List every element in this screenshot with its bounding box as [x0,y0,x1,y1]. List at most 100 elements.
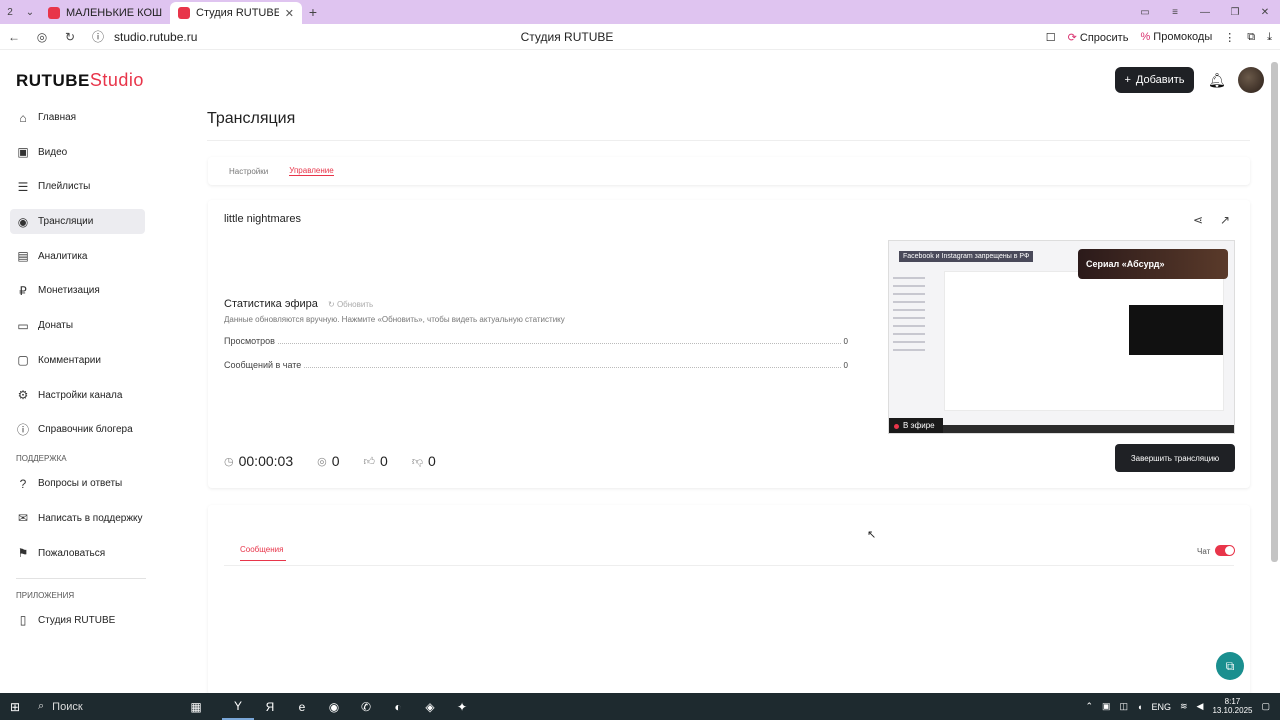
help-chat-button[interactable]: ⧉ [1216,652,1244,680]
sidebar-item-blogger-guide[interactable]: ⓘ Справочник блогера [10,417,145,442]
app-icon[interactable]: ✦ [446,693,478,720]
wifi-icon[interactable]: ≋ [1180,701,1188,712]
stream-preview[interactable]: Facebook и Instagram запрещены в РФ Сери… [888,240,1235,434]
collections-icon[interactable]: ⧉ [1247,31,1255,44]
taskbar-search[interactable]: ⌕ Поиск [30,693,170,720]
viewer-icon: ◎ [317,455,327,468]
close-window-icon[interactable]: ✕ [1250,0,1280,24]
close-tab-icon[interactable]: ✕ [285,7,294,20]
sidebar-item-playlists[interactable]: ☰ Плейлисты [10,174,145,199]
sidebar-item-label: Студия RUTUBE [38,614,116,626]
tray-volume-icon[interactable]: ◖ [1137,702,1142,712]
yandex-browser-icon[interactable]: Y [222,693,254,720]
external-link-icon[interactable]: ↗ [1220,213,1230,227]
language-indicator[interactable]: ENG [1151,702,1171,712]
promo-button[interactable]: % Промокоды [1140,31,1212,43]
more-icon[interactable]: ⋮ [1224,31,1235,44]
tray-chevron-icon[interactable]: ⌃ [1085,701,1093,712]
preview-taskbar [939,425,1234,433]
sidebar-item-donations[interactable]: ▭ Донаты [10,313,145,338]
stat-label: Просмотров [224,336,275,346]
broadcast-icon: ◉ [17,214,29,229]
tab-label: Студия RUTUBE [196,7,279,19]
sidebar-item-label: Пожаловаться [38,547,106,559]
app-icon: ▯ [19,613,27,628]
discord-icon[interactable]: ◐ [382,693,414,720]
reload-icon[interactable]: ↻ [56,24,84,50]
sidebar-item-monetization[interactable]: ₽ Монетизация [10,278,145,303]
info-icon: ⓘ [16,423,29,438]
rutube-studio-logo[interactable]: RUTUBEStudio [16,70,144,91]
system-tray: ⌃ ▣ ◫ ◖ ENG ≋ ◀ 8:17 13.10.2025 ▢ [1085,693,1270,720]
ask-label: Спросить [1079,31,1129,44]
sidebar-item-faq[interactable]: ? Вопросы и ответы [10,471,145,496]
tab-little-nightmares[interactable]: МАЛЕНЬКИЕ КОШМАРИ [40,2,170,24]
clock[interactable]: 8:17 13.10.2025 [1212,697,1253,716]
sidebar-item-report[interactable]: ⚑ Пожаловаться [10,541,145,566]
protect-icon[interactable]: ◎ [28,24,56,50]
sidebar-item-studio-app[interactable]: ▯ Студия RUTUBE [10,608,145,633]
sidebar-item-home[interactable]: ⌂ Главная [10,105,145,130]
stat-value: 0 [843,361,848,370]
tab-count[interactable]: 2 [0,0,20,24]
sidebar-item-label: Вопросы и ответы [38,478,123,490]
sidebar-item-broadcasts[interactable]: ◉ Трансляции [10,209,145,235]
notifications-icon[interactable]: ▢ [1261,701,1270,712]
speaker-icon[interactable]: ◀ [1197,701,1204,712]
address-bar-actions: ☐ ⟳ Спросить % Промокоды ⋮ ⧉ ⤓ [1046,24,1272,50]
stream-name: little nightmares [224,213,302,225]
sidebar-item-label: Плейлисты [38,181,91,193]
logo-sub: Studio [89,70,144,90]
new-tab-button[interactable]: + [304,3,322,21]
steam-icon[interactable]: ◈ [414,693,446,720]
obs-icon[interactable]: ◉ [318,693,350,720]
sidebar-item-write-support[interactable]: ✉ Написать в поддержку [10,506,145,531]
site-info-icon[interactable]: ⓘ [84,24,112,50]
clock-date: 13.10.2025 [1212,705,1253,715]
add-button[interactable]: + Добавить [1115,67,1194,93]
bookmarks-icon[interactable]: ▭ [1130,0,1160,24]
back-icon[interactable]: ← [0,24,28,50]
whatsapp-icon[interactable]: ✆ [350,693,382,720]
add-button-label: Добавить [1135,74,1185,86]
preview-nested-video [1129,305,1223,355]
tray-network-icon[interactable]: ◫ [1120,701,1129,712]
address-bar: ← ◎ ↻ ⓘ studio.rutube.ru Студия RUTUBE ☐… [0,24,1280,50]
avatar[interactable] [1238,67,1264,93]
url-field[interactable]: studio.rutube.ru [114,30,514,44]
tab-control[interactable]: Управление [289,166,334,176]
chat-toggle[interactable] [1215,545,1235,556]
tab-messages[interactable]: Сообщения [240,545,286,561]
refresh-button[interactable]: ↻ Обновить [328,300,373,309]
bookmark-icon[interactable]: ☐ [1046,31,1056,44]
restore-icon[interactable]: ❐ [1220,0,1250,24]
sidebar-item-channel-settings[interactable]: ⚙ Настройки канала [10,383,145,408]
bell-icon[interactable]: 🔔︎ [1208,72,1226,89]
sidebar-item-comments[interactable]: ▢ Комментарии [10,348,145,373]
tab-settings[interactable]: Настройки [229,167,268,176]
menu-icon[interactable]: ≡ [1160,0,1190,24]
share-icon[interactable]: ⋖ [1193,213,1203,227]
broadcast-tabs: Настройки Управление [208,157,1250,185]
widgets-icon[interactable]: ▦ [170,693,222,720]
dotted-leader [277,338,841,344]
mail-icon: ✉ [17,511,29,526]
ask-button[interactable]: ⟳ Спросить [1068,31,1129,44]
edge-icon[interactable]: e [286,693,318,720]
windows-start-icon[interactable]: ⊞ [0,693,30,720]
tray-app-icon[interactable]: ▣ [1102,701,1111,712]
money-icon: ₽ [19,283,27,298]
plus-icon: + [1124,74,1131,86]
refresh-label: Обновить [336,300,374,309]
sidebar-item-analytics[interactable]: ▤ Аналитика [10,244,145,269]
page-scrollbar[interactable] [1271,62,1278,562]
end-broadcast-button[interactable]: Завершить трансляцию [1115,444,1235,472]
apps-section-title: ПРИЛОЖЕНИЯ [16,590,75,600]
tab-rutube-studio[interactable]: Студия RUTUBE ✕ [170,2,302,24]
downloads-icon[interactable]: ⤓ [1267,31,1272,44]
tab-list-chevron-icon[interactable]: ⌄ [20,0,40,24]
stream-metrics: ◷ 00:00:03 ◎ 0 👍︎ 0 👎︎ 0 [224,453,436,469]
yandex-icon[interactable]: Я [254,693,286,720]
sidebar-item-video[interactable]: ▣ Видео [10,140,145,165]
minimize-icon[interactable]: — [1190,0,1220,24]
